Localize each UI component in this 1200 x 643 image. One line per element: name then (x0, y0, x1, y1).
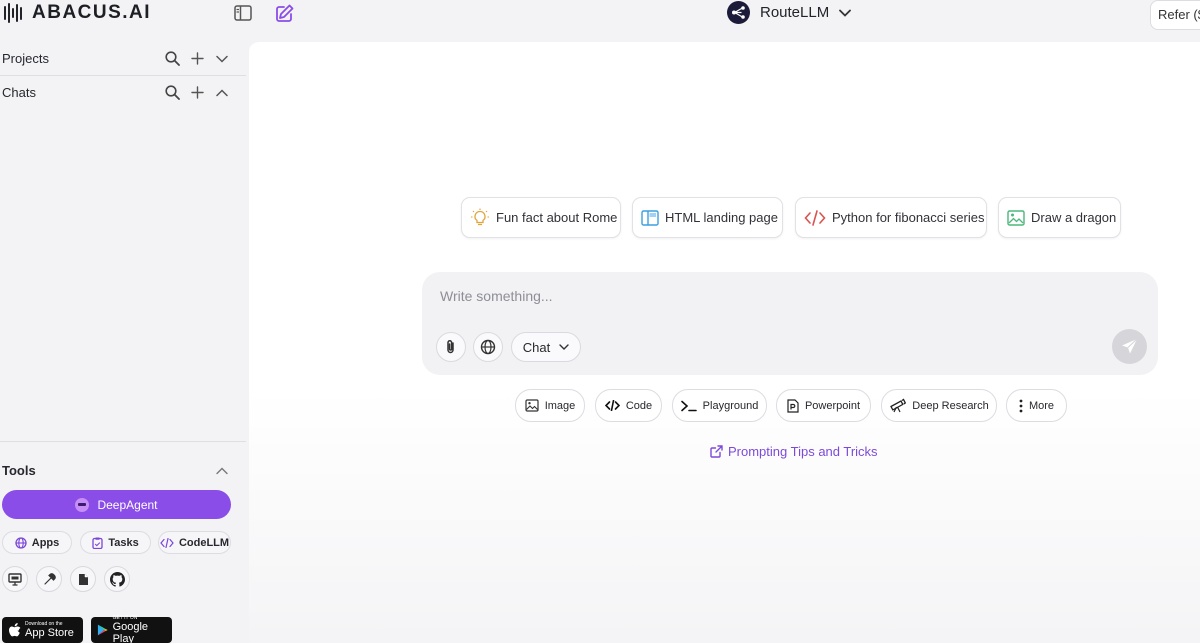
send-button[interactable] (1112, 329, 1147, 364)
tools-label: Tools (2, 463, 36, 478)
add-chat-icon[interactable] (189, 85, 205, 101)
tasks-button[interactable]: Tasks (80, 531, 151, 554)
suggestion-python-fibonacci[interactable]: Python for fibonacci series (795, 197, 987, 238)
prompting-tips-label: Prompting Tips and Tricks (728, 444, 878, 459)
presentation-tool-button[interactable] (2, 566, 28, 592)
github-button[interactable] (104, 566, 130, 592)
image-icon (525, 399, 539, 412)
suggestion-label: Fun fact about Rome (496, 210, 618, 225)
layout-icon (641, 209, 659, 226)
chevron-down-icon (839, 9, 852, 17)
sidebar-tools-row[interactable]: Tools (0, 454, 246, 487)
powerpoint-icon (787, 398, 799, 413)
apple-icon (9, 622, 21, 636)
image-action-button[interactable]: Image (515, 389, 585, 422)
code-icon (804, 209, 826, 226)
apps-button[interactable]: Apps (2, 531, 72, 554)
sidebar-toggle-icon[interactable] (232, 2, 254, 24)
code-icon (160, 537, 174, 548)
codellm-label: CodeLLM (178, 536, 230, 549)
routellm-logo-icon (727, 1, 750, 24)
chevron-up-icon[interactable] (214, 463, 230, 479)
clipboard-icon (92, 537, 103, 549)
document-icon (78, 573, 88, 585)
codellm-button[interactable]: CodeLLM (158, 531, 231, 554)
attach-button[interactable] (436, 332, 466, 362)
google-play-badge[interactable]: GET IT ON Google Play (91, 615, 172, 643)
model-name: RouteLLM (760, 4, 830, 21)
image-icon (1007, 209, 1025, 226)
apps-label: Apps (31, 536, 60, 549)
presentation-icon (8, 572, 22, 586)
code-icon (604, 400, 620, 411)
deep-research-action-button[interactable]: Deep Research (881, 389, 997, 422)
action-label: Playground (702, 399, 759, 412)
sidebar-divider (0, 441, 246, 442)
action-label: Powerpoint (804, 399, 861, 412)
external-link-icon (710, 445, 723, 458)
action-label: Image (544, 399, 576, 412)
more-vertical-icon (1019, 399, 1023, 412)
chevron-down-icon[interactable] (214, 51, 230, 67)
chats-label: Chats (2, 85, 36, 100)
send-icon (1122, 338, 1138, 354)
abacus-logo[interactable]: ABACUS.AI (4, 2, 151, 24)
main-panel: Fun fact about Rome HTML landing page Py… (249, 42, 1200, 643)
powerpoint-action-button[interactable]: Powerpoint (776, 389, 871, 422)
refer-button[interactable]: Refer ($ (1150, 0, 1200, 30)
message-input[interactable] (440, 288, 1040, 304)
top-bar: ABACUS.AI RouteLLM Refer ($ (0, 0, 1200, 42)
model-selector[interactable]: RouteLLM (727, 1, 852, 24)
suggestion-draw-dragon[interactable]: Draw a dragon (998, 197, 1121, 238)
lightbulb-icon (471, 208, 489, 225)
sidebar-projects-row[interactable]: Projects (0, 42, 246, 75)
prompting-tips-link[interactable]: Prompting Tips and Tricks (710, 444, 878, 459)
playground-action-button[interactable]: Playground (672, 389, 767, 422)
tasks-label: Tasks (108, 536, 139, 549)
chat-composer: Chat (422, 272, 1158, 375)
app-store-badge[interactable]: Download on the App Store (2, 617, 83, 643)
chevron-up-icon[interactable] (214, 85, 230, 101)
deepagent-button[interactable]: DeepAgent (2, 490, 231, 519)
globe-icon (15, 536, 27, 549)
add-project-icon[interactable] (189, 51, 205, 67)
suggestion-html-landing[interactable]: HTML landing page (632, 197, 783, 238)
robot-icon (75, 497, 90, 512)
action-label: More (1028, 399, 1055, 412)
sidebar: Projects Chats Tools DeepAgent Apps Task… (0, 42, 246, 643)
web-search-button[interactable] (473, 332, 503, 362)
suggestion-fun-fact[interactable]: Fun fact about Rome (461, 197, 621, 238)
terminal-icon (680, 400, 697, 411)
integration-tool-button[interactable] (36, 566, 62, 592)
chat-mode-label: Chat (522, 339, 551, 355)
paperclip-icon (447, 339, 454, 354)
projects-label: Projects (2, 51, 49, 66)
chat-mode-select[interactable]: Chat (511, 332, 581, 362)
globe-icon (480, 339, 496, 355)
suggestion-label: HTML landing page (665, 210, 778, 225)
more-action-button[interactable]: More (1006, 389, 1067, 422)
suggestion-label: Draw a dragon (1031, 210, 1117, 225)
action-label: Deep Research (912, 399, 989, 412)
google-play-line2: Google Play (112, 621, 149, 643)
new-chat-icon[interactable] (274, 2, 296, 24)
sidebar-chats-row[interactable]: Chats (0, 76, 246, 109)
search-projects-icon[interactable] (164, 51, 180, 67)
app-store-line2: App Store (25, 627, 74, 639)
github-icon (109, 571, 125, 587)
suggestion-label: Python for fibonacci series (832, 210, 985, 225)
code-action-button[interactable]: Code (595, 389, 662, 422)
action-label: Code (625, 399, 653, 412)
abacus-logo-icon (4, 2, 26, 24)
google-play-icon (97, 624, 108, 636)
document-tool-button[interactable] (70, 566, 96, 592)
plug-icon (43, 572, 56, 585)
search-chats-icon[interactable] (164, 85, 180, 101)
chevron-down-icon (559, 344, 569, 350)
telescope-icon (890, 398, 907, 413)
deepagent-label: DeepAgent (97, 497, 158, 512)
brand-name: ABACUS.AI (32, 2, 152, 23)
